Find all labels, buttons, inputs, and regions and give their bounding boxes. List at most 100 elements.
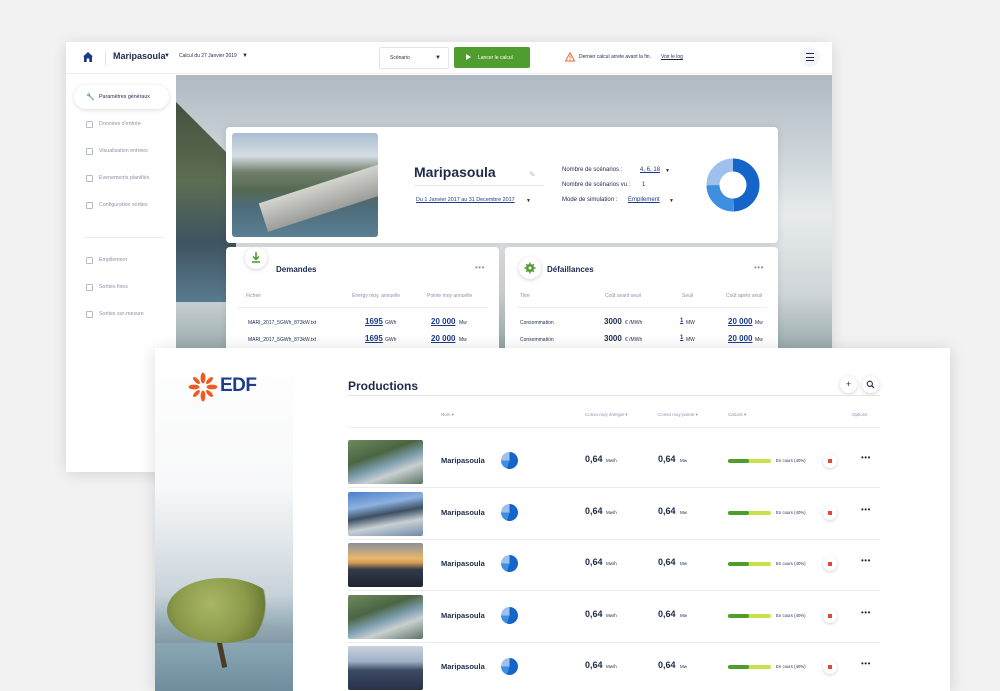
export-icon <box>86 256 93 264</box>
stop-button[interactable] <box>823 608 837 623</box>
left-panel-photo: EDF <box>155 348 293 691</box>
dam-photo <box>232 133 378 237</box>
gear-icon[interactable] <box>519 257 541 279</box>
site-summary-card: Maripasoula ✎ Du 1 Janvier 2017 au 31 De… <box>226 127 778 243</box>
production-row[interactable]: Maripasoula 0,64 Mw/h 0,64 Mw En cours (40%) •… <box>348 489 880 540</box>
production-name[interactable]: Maripasoula <box>441 456 485 465</box>
production-thumbnail <box>348 646 423 690</box>
energy-value: 0,64 <box>585 557 603 567</box>
column-header: Coût avant seuil <box>605 293 641 299</box>
peak-value: 0,64 <box>658 608 676 619</box>
sidebar-item-evenements-planifies[interactable]: Evenements planifiés <box>74 166 169 190</box>
stop-button[interactable] <box>823 505 837 520</box>
column-header: Energy moy. annuelle <box>352 293 400 299</box>
production-row[interactable]: Maripasoula 0,64 Mw/h 0,64 Mw En cours (40%) •… <box>348 643 880 691</box>
sidebar-item-configuration-sorties[interactable]: Configuration sorties <box>74 193 169 217</box>
scenario-donut-chart <box>706 158 760 212</box>
sidebar-item-label: Sorties fixes <box>99 284 128 290</box>
productions-window: EDF Productions + Nom ▾ Conso moy énergi… <box>155 348 950 691</box>
chart-icon <box>86 147 93 155</box>
more-options-icon[interactable]: ••• <box>861 556 871 565</box>
scenario-select-label: Scénario <box>390 55 410 61</box>
peak-unit: Mw <box>680 664 687 669</box>
cost-unit: € /MWh <box>625 320 643 326</box>
date-range-selector[interactable]: Du 1 Janvier 2017 au 31 Decembre 2017 <box>416 197 515 203</box>
settings-icon <box>86 201 93 209</box>
divider <box>414 185 544 186</box>
column-header-conso-pointe[interactable]: Conso moy pointe ▾ <box>658 412 698 418</box>
run-calculation-label: Lancer le calcul <box>478 55 513 61</box>
peak-unit: Mw <box>680 458 687 463</box>
more-options-icon[interactable]: ••• <box>861 608 871 617</box>
divider <box>238 307 488 308</box>
add-button[interactable]: + <box>840 376 857 393</box>
production-name[interactable]: Maripasoula <box>441 559 485 568</box>
search-icon <box>866 380 875 389</box>
chevron-down-icon[interactable]: ▼ <box>164 53 170 59</box>
stop-button[interactable] <box>823 557 837 571</box>
file-name: MARI_2017_5GWh_873kW.txt <box>248 320 317 326</box>
column-header-nom[interactable]: Nom ▾ <box>441 412 454 418</box>
cost-after-unit: Mw <box>755 337 763 343</box>
more-options-icon[interactable]: ••• <box>475 263 485 272</box>
production-name[interactable]: Maripasoula <box>441 508 485 517</box>
production-row[interactable]: Maripasoula 0,64 Mw/h 0,64 Mw En cours (40%) •… <box>348 592 880 643</box>
sidebar-item-parametres-generaux[interactable]: 🔧 Paramètres généraux <box>74 85 169 109</box>
more-options-icon[interactable]: ••• <box>754 263 764 272</box>
production-row[interactable]: Maripasoula 0,64 Mw/h 0,64 Mw En cours (40%) •… <box>348 540 880 591</box>
sidebar-item-visualisation-entrees[interactable]: Visualisation entrées <box>74 139 169 163</box>
production-name[interactable]: Maripasoula <box>441 662 485 671</box>
stop-button[interactable] <box>823 454 837 468</box>
energy-value: 0,64 <box>585 608 603 619</box>
progress-bar-fill <box>728 510 749 515</box>
page-title: Productions <box>348 379 419 393</box>
home-icon[interactable] <box>82 51 94 63</box>
production-pie-chart <box>501 503 518 521</box>
cost-after-unit: Mw <box>755 320 763 326</box>
sidebar-item-label: Empilement <box>99 257 127 263</box>
energy-value: 1695 <box>365 334 383 343</box>
pencil-icon[interactable]: ✎ <box>529 170 536 179</box>
stop-button[interactable] <box>823 660 837 674</box>
progress-bar-fill <box>728 613 749 618</box>
edf-flower-icon <box>188 372 218 402</box>
more-options-icon[interactable]: ••• <box>861 505 871 514</box>
chevron-down-icon[interactable]: ▼ <box>242 53 248 59</box>
energy-unit: Mw/h <box>606 509 617 515</box>
simulation-mode-value[interactable]: Empilement <box>628 197 660 203</box>
menu-button[interactable] <box>800 47 820 67</box>
cost-after-value: 20 000 <box>728 317 753 326</box>
sidebar-item-empilement[interactable]: Empilement <box>74 248 169 272</box>
cost-before-value: 3000 <box>604 334 622 343</box>
peak-unit: Mw <box>459 320 467 326</box>
production-row[interactable]: Maripasoula 0,64 Mw/h 0,64 Mw En cours (40%) •… <box>348 437 880 488</box>
production-name[interactable]: Maripasoula <box>441 611 485 620</box>
column-header-conso-energie[interactable]: Conso moy énergie ▾ <box>585 412 628 418</box>
chevron-down-icon[interactable]: ▼ <box>665 168 670 174</box>
warning-icon <box>565 52 575 62</box>
export-icon <box>86 283 93 291</box>
more-options-icon[interactable]: ••• <box>861 659 871 668</box>
more-options-icon[interactable]: ••• <box>861 453 871 462</box>
peak-value: 20 000 <box>431 334 456 343</box>
sidebar-item-donnees-entree[interactable]: Données d'entrée <box>74 112 169 136</box>
sidebar-item-sorties-fixes[interactable]: Sorties fixes <box>74 275 169 299</box>
view-log-link[interactable]: Voir le log <box>661 54 683 60</box>
peak-unit: Mw <box>680 509 687 515</box>
sidebar-item-sorties-sur-mesure[interactable]: Sorties sur-mesure <box>74 302 169 326</box>
calculation-selector[interactable]: Calcul du 27 Janvier 2019 <box>179 53 237 59</box>
scenario-count-value[interactable]: 4, 6, 18 <box>640 167 660 173</box>
production-pie-chart <box>501 452 518 469</box>
defaillances-title: Défaillances <box>547 265 594 274</box>
cost-before-value: 3000 <box>604 317 622 326</box>
site-selector[interactable]: Maripasoula <box>113 51 166 61</box>
chevron-down-icon[interactable]: ▼ <box>669 198 674 204</box>
production-thumbnail <box>348 491 423 536</box>
search-button[interactable] <box>862 376 879 393</box>
column-header-calculs[interactable]: Calculs ▾ <box>728 412 746 418</box>
run-calculation-button[interactable]: Lancer le calcul <box>454 47 530 68</box>
chevron-down-icon[interactable]: ▼ <box>526 198 531 204</box>
scenario-select[interactable]: Scénario ▼ <box>379 47 449 69</box>
download-icon[interactable] <box>245 247 267 269</box>
demandes-title: Demandes <box>276 265 317 274</box>
